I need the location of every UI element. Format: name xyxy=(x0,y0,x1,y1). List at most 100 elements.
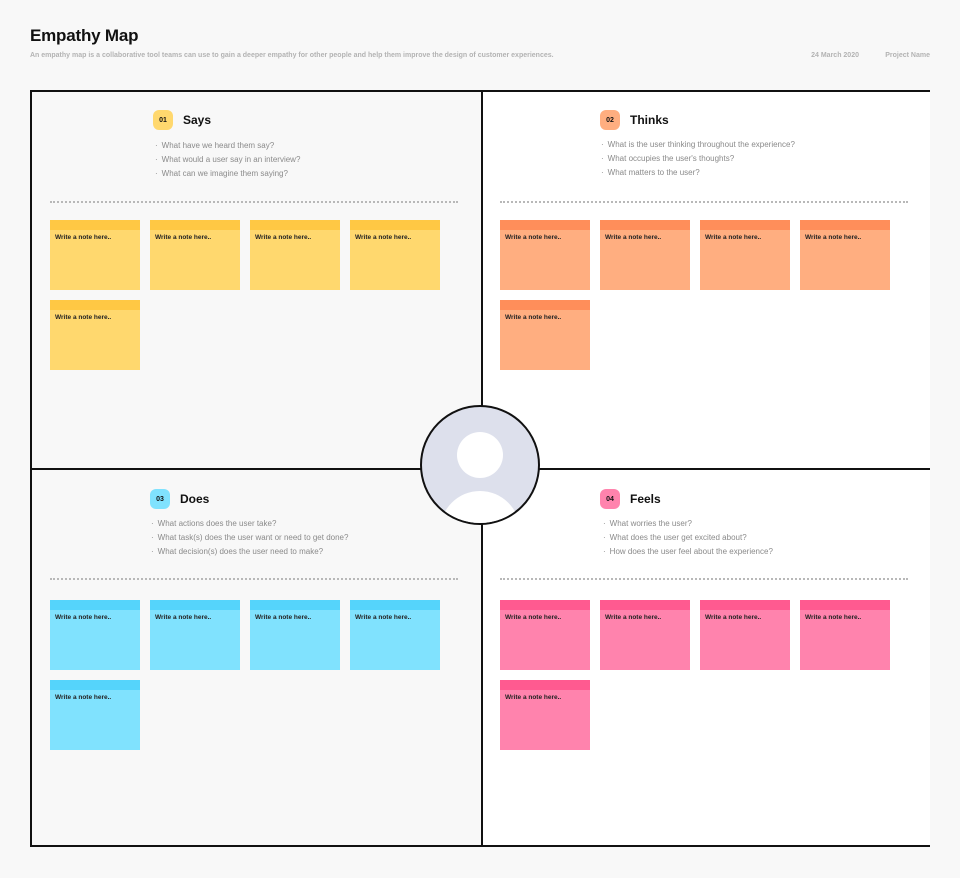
note-top-strip xyxy=(250,220,340,230)
note-text[interactable]: Write a note here.. xyxy=(600,230,690,241)
note-text[interactable]: Write a note here.. xyxy=(500,610,590,621)
thinks-sticky-note[interactable]: Write a note here.. xyxy=(800,220,890,290)
feels-sticky-note[interactable]: Write a note here.. xyxy=(700,600,790,670)
note-top-strip xyxy=(500,600,590,610)
says-divider xyxy=(50,201,458,203)
question-item: How does the user feel about the experie… xyxy=(603,545,773,559)
does-sticky-note[interactable]: Write a note here.. xyxy=(350,600,440,670)
note-top-strip xyxy=(500,680,590,690)
says-sticky-note[interactable]: Write a note here.. xyxy=(150,220,240,290)
does-sticky-note[interactable]: Write a note here.. xyxy=(250,600,340,670)
note-top-strip xyxy=(500,220,590,230)
note-text[interactable]: Write a note here.. xyxy=(500,230,590,241)
question-item: What task(s) does the user want or need … xyxy=(151,531,349,545)
thinks-number-badge: 02 xyxy=(600,110,620,130)
thinks-questions: What is the user thinking throughout the… xyxy=(601,138,795,180)
note-text[interactable]: Write a note here.. xyxy=(800,610,890,621)
note-text[interactable]: Write a note here.. xyxy=(50,610,140,621)
feels-number-badge: 04 xyxy=(600,489,620,509)
says-sticky-note[interactable]: Write a note here.. xyxy=(350,220,440,290)
question-item: What have we heard them say? xyxy=(155,139,300,153)
says-title: Says xyxy=(183,113,212,127)
question-item: What can we imagine them saying? xyxy=(155,167,300,181)
note-text[interactable]: Write a note here.. xyxy=(700,610,790,621)
says-sticky-note[interactable]: Write a note here.. xyxy=(50,300,140,370)
does-number-badge: 03 xyxy=(150,489,170,509)
note-text[interactable]: Write a note here.. xyxy=(250,230,340,241)
question-item: What does the user get excited about? xyxy=(603,531,773,545)
note-top-strip xyxy=(700,600,790,610)
note-text[interactable]: Write a note here.. xyxy=(600,610,690,621)
note-top-strip xyxy=(600,220,690,230)
feels-title: Feels xyxy=(630,492,661,506)
note-text[interactable]: Write a note here.. xyxy=(800,230,890,241)
question-item: What occupies the user's thoughts? xyxy=(601,152,795,166)
avatar-head xyxy=(457,432,503,478)
note-top-strip xyxy=(250,600,340,610)
question-item: What decision(s) does the user need to m… xyxy=(151,545,348,559)
avatar-body xyxy=(440,491,520,523)
thinks-sticky-note[interactable]: Write a note here.. xyxy=(500,220,590,290)
thinks-title: Thinks xyxy=(630,113,669,127)
note-text[interactable]: Write a note here.. xyxy=(700,230,790,241)
note-text[interactable]: Write a note here.. xyxy=(150,230,240,241)
note-top-strip xyxy=(700,220,790,230)
feels-sticky-note[interactable]: Write a note here.. xyxy=(500,680,590,750)
does-sticky-note[interactable]: Write a note here.. xyxy=(50,600,140,670)
says-header: 01 Says xyxy=(153,110,211,130)
note-text[interactable]: Write a note here.. xyxy=(50,230,140,241)
thinks-sticky-note[interactable]: Write a note here.. xyxy=(600,220,690,290)
does-title: Does xyxy=(180,492,210,506)
user-avatar-icon[interactable] xyxy=(420,405,540,525)
note-text[interactable]: Write a note here.. xyxy=(50,690,140,701)
note-top-strip xyxy=(150,220,240,230)
note-top-strip xyxy=(600,600,690,610)
note-top-strip xyxy=(350,220,440,230)
does-header: 03 Does xyxy=(150,489,209,509)
says-questions: What have we heard them say? What would … xyxy=(155,139,301,181)
note-top-strip xyxy=(500,300,590,310)
feels-divider xyxy=(500,578,908,580)
note-top-strip xyxy=(50,600,140,610)
says-sticky-note[interactable]: Write a note here.. xyxy=(250,220,340,290)
thinks-sticky-note[interactable]: Write a note here.. xyxy=(500,300,590,370)
feels-header: 04 Feels xyxy=(600,489,661,509)
page-title: Empathy Map xyxy=(30,26,139,45)
header: Empathy Map An empathy map is a collabor… xyxy=(30,26,930,59)
project-name-label[interactable]: Project Name xyxy=(885,52,930,59)
thinks-sticky-note[interactable]: Write a note here.. xyxy=(700,220,790,290)
question-item: What would a user say in an interview? xyxy=(155,153,301,167)
feels-sticky-note[interactable]: Write a note here.. xyxy=(600,600,690,670)
note-text[interactable]: Write a note here.. xyxy=(350,610,440,621)
date-label: 24 March 2020 xyxy=(811,52,859,59)
thinks-header: 02 Thinks xyxy=(600,110,669,130)
question-item: What matters to the user? xyxy=(601,166,795,180)
note-top-strip xyxy=(800,600,890,610)
note-text[interactable]: Write a note here.. xyxy=(500,310,590,321)
does-divider xyxy=(50,578,458,580)
question-item: What actions does the user take? xyxy=(151,517,348,531)
does-questions: What actions does the user take? What ta… xyxy=(151,517,349,559)
note-top-strip xyxy=(350,600,440,610)
note-text[interactable]: Write a note here.. xyxy=(250,610,340,621)
note-text[interactable]: Write a note here.. xyxy=(50,310,140,321)
note-top-strip xyxy=(50,220,140,230)
thinks-divider xyxy=(500,201,908,203)
question-item: What worries the user? xyxy=(603,517,773,531)
feels-questions: What worries the user? What does the use… xyxy=(603,517,773,559)
note-top-strip xyxy=(800,220,890,230)
does-sticky-note[interactable]: Write a note here.. xyxy=(150,600,240,670)
note-text[interactable]: Write a note here.. xyxy=(500,690,590,701)
note-text[interactable]: Write a note here.. xyxy=(150,610,240,621)
says-sticky-note[interactable]: Write a note here.. xyxy=(50,220,140,290)
feels-sticky-note[interactable]: Write a note here.. xyxy=(800,600,890,670)
does-sticky-note[interactable]: Write a note here.. xyxy=(50,680,140,750)
note-text[interactable]: Write a note here.. xyxy=(350,230,440,241)
says-number-badge: 01 xyxy=(153,110,173,130)
note-top-strip xyxy=(150,600,240,610)
page-subtitle: An empathy map is a collaborative tool t… xyxy=(30,52,554,59)
note-top-strip xyxy=(50,300,140,310)
question-item: What is the user thinking throughout the… xyxy=(601,138,795,152)
feels-sticky-note[interactable]: Write a note here.. xyxy=(500,600,590,670)
note-top-strip xyxy=(50,680,140,690)
